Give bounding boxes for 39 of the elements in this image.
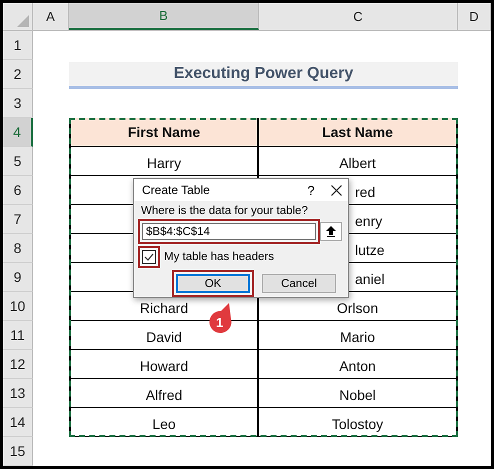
table-cell: Leo bbox=[69, 408, 259, 437]
row-header[interactable]: 4 bbox=[3, 118, 33, 147]
column-header[interactable]: D bbox=[458, 3, 491, 30]
row-header[interactable]: 3 bbox=[3, 89, 33, 118]
close-icon[interactable] bbox=[331, 184, 342, 196]
row-header[interactable]: 6 bbox=[3, 176, 33, 205]
table-cell: Nobel bbox=[259, 379, 458, 408]
table-cell: Alfred bbox=[69, 379, 259, 408]
column-heading: First Name bbox=[69, 118, 259, 147]
range-field[interactable]: $B$4:$C$14 bbox=[142, 223, 316, 240]
row-header[interactable]: 10 bbox=[3, 292, 33, 321]
dialog-title: Create Table bbox=[142, 183, 211, 197]
row-header[interactable]: 5 bbox=[3, 147, 33, 176]
row-header[interactable]: 14 bbox=[3, 408, 33, 437]
up-arrow-icon bbox=[326, 226, 336, 237]
table-cell: Howard bbox=[69, 350, 259, 379]
row-header[interactable]: 8 bbox=[3, 234, 33, 263]
table-cell: Anton bbox=[259, 350, 458, 379]
collapse-button[interactable] bbox=[320, 222, 342, 241]
table-cell: Tolostoy bbox=[259, 408, 458, 437]
row-header[interactable]: 11 bbox=[3, 321, 33, 350]
row-header[interactable]: 12 bbox=[3, 350, 33, 379]
step-badge: 1 bbox=[207, 303, 233, 333]
row-header[interactable]: 9 bbox=[3, 263, 33, 292]
row-header[interactable]: 2 bbox=[3, 60, 33, 89]
dialog-button[interactable]: Cancel bbox=[262, 274, 336, 293]
help-button[interactable]: ? bbox=[299, 182, 323, 198]
column-heading: Last Name bbox=[259, 118, 458, 147]
row-header[interactable]: 13 bbox=[3, 379, 33, 408]
dialog-button[interactable]: OK bbox=[176, 274, 250, 293]
row-header[interactable]: 1 bbox=[3, 31, 33, 60]
headers-checkbox[interactable] bbox=[142, 250, 156, 264]
column-header[interactable]: B bbox=[69, 3, 259, 30]
table-cell: Harry bbox=[69, 147, 259, 176]
column-header[interactable]: C bbox=[259, 3, 458, 30]
sheet-title: Executing Power Query bbox=[69, 62, 458, 89]
row-header[interactable]: 7 bbox=[3, 205, 33, 234]
table-cell: Albert bbox=[259, 147, 458, 176]
row-header[interactable]: 15 bbox=[3, 437, 33, 466]
